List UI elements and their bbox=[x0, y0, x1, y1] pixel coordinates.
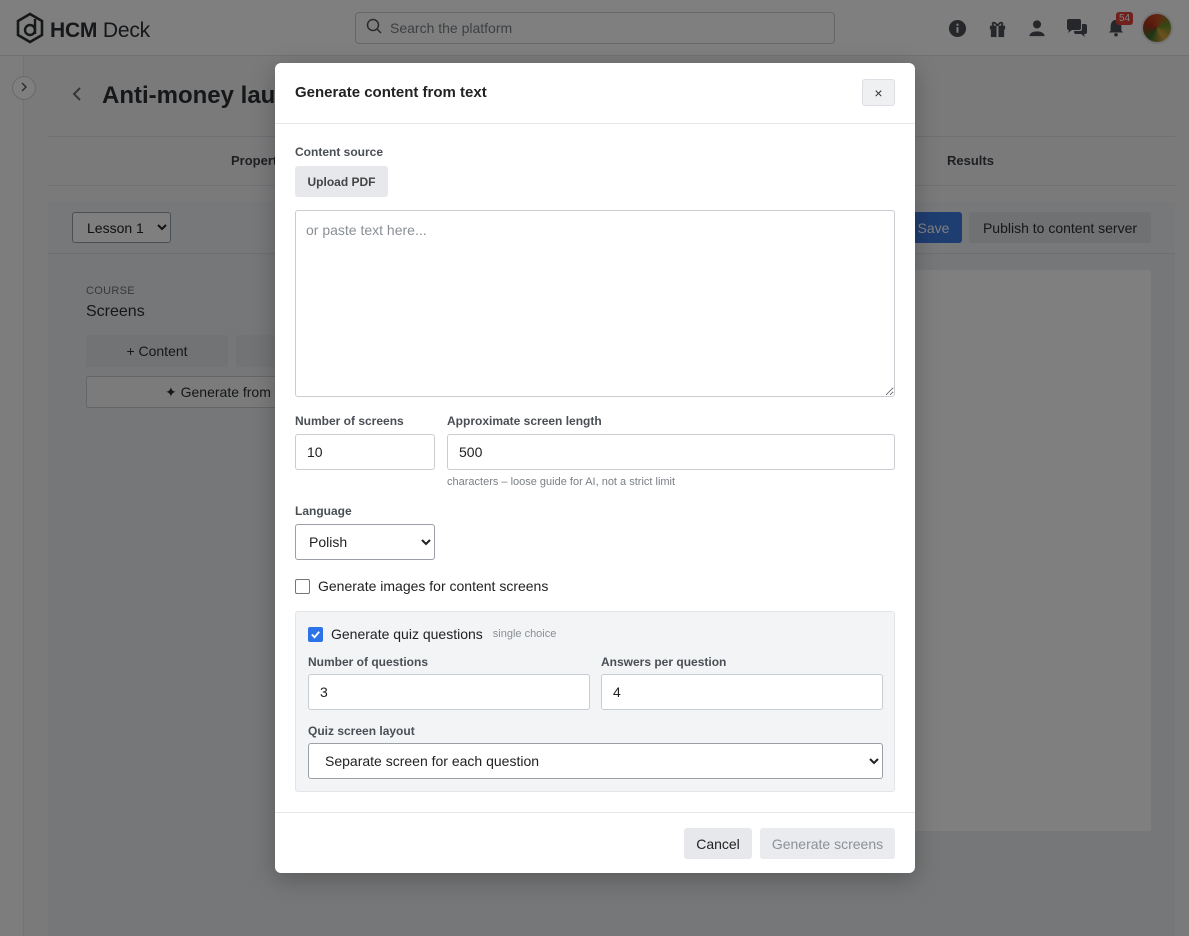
screen-length-hint: characters – loose guide for AI, not a s… bbox=[447, 476, 676, 488]
quiz-layout-select[interactable]: Separate screen for each question bbox=[308, 743, 883, 779]
modal-footer: Cancel Generate screens bbox=[275, 812, 915, 873]
generate-quiz-option[interactable]: Generate quiz questions single choice bbox=[308, 626, 556, 642]
content-source-label: Content source bbox=[295, 145, 384, 159]
close-icon: × bbox=[874, 84, 883, 101]
generate-images-label: Generate images for content screens bbox=[318, 578, 549, 594]
generate-screens-button[interactable]: Generate screens bbox=[760, 828, 895, 859]
answers-per-question-label: Answers per question bbox=[601, 655, 727, 669]
upload-pdf-button[interactable]: Upload PDF bbox=[295, 166, 388, 197]
generate-content-modal: Generate content from text × Content sou… bbox=[275, 63, 915, 873]
screen-length-input[interactable] bbox=[447, 434, 895, 470]
screen-length-label: Approximate screen length bbox=[447, 414, 602, 428]
language-select[interactable]: Polish bbox=[295, 524, 435, 560]
generate-quiz-label: Generate quiz questions bbox=[331, 626, 483, 642]
modal-title: Generate content from text bbox=[295, 84, 487, 101]
num-questions-input[interactable] bbox=[308, 674, 590, 710]
generate-images-checkbox[interactable] bbox=[295, 578, 310, 594]
num-screens-input[interactable] bbox=[295, 434, 435, 470]
num-screens-label: Number of screens bbox=[295, 414, 404, 428]
cancel-button[interactable]: Cancel bbox=[684, 828, 752, 859]
generate-images-option[interactable]: Generate images for content screens bbox=[295, 578, 548, 594]
num-questions-label: Number of questions bbox=[308, 655, 429, 669]
close-button[interactable]: × bbox=[862, 79, 895, 106]
language-label: Language bbox=[295, 504, 352, 518]
quiz-layout-label: Quiz screen layout bbox=[308, 724, 415, 738]
generate-quiz-checkbox[interactable] bbox=[308, 626, 323, 642]
paste-text-area[interactable] bbox=[295, 210, 895, 397]
modal-header: Generate content from text × bbox=[275, 63, 915, 124]
answers-per-question-input[interactable] bbox=[601, 674, 883, 710]
checkmark-icon bbox=[311, 630, 320, 639]
quiz-type-tag: single choice bbox=[492, 628, 557, 640]
quiz-settings-panel: Generate quiz questions single choice Nu… bbox=[295, 611, 895, 792]
